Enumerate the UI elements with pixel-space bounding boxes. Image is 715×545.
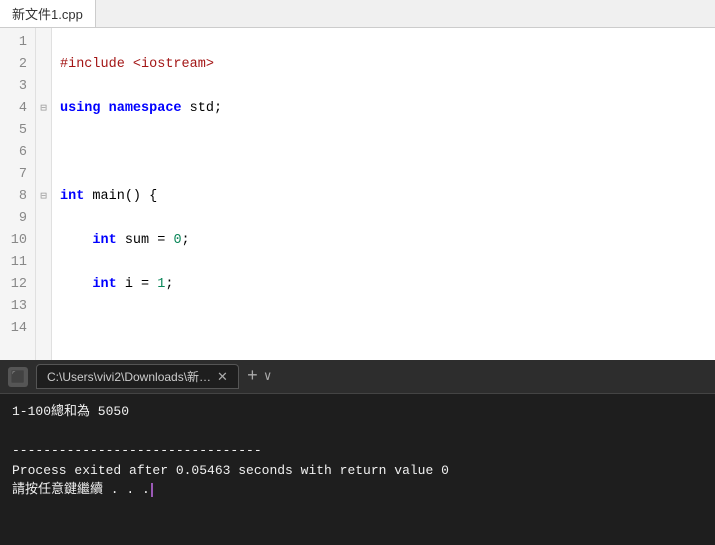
terminal-line-blank	[12, 422, 703, 442]
terminal-cursor	[151, 483, 153, 497]
terminal-tab-label: C:\Users\vivi2\Downloads\新…	[47, 368, 211, 385]
terminal-chevron-button[interactable]: ∨	[264, 369, 272, 384]
code-token: 0	[173, 230, 181, 252]
code-token: using	[60, 98, 101, 120]
code-line-2: using namespace std;	[60, 98, 715, 120]
terminal-line-2: --------------------------------	[12, 441, 703, 461]
terminal-tab[interactable]: C:\Users\vivi2\Downloads\新… ✕	[36, 364, 239, 389]
terminal-line-4-text: 請按任意鍵繼續 . . .	[12, 482, 150, 497]
fold-icon-5	[36, 120, 51, 142]
fold-icon-8[interactable]: ⊟	[36, 186, 51, 208]
fold-icon-7	[36, 164, 51, 186]
code-line-1: #include <iostream>	[60, 54, 715, 76]
code-token: ;	[165, 274, 173, 296]
fold-icon-14	[36, 318, 51, 340]
editor-tab-label: 新文件1.cpp	[12, 4, 83, 23]
code-token: main() {	[84, 186, 157, 208]
fold-icon-9	[36, 208, 51, 230]
code-token: int	[92, 230, 116, 252]
code-line-6: int i = 1;	[60, 274, 715, 296]
code-token: namespace	[109, 98, 182, 120]
code-editor[interactable]: #include <iostream> using namespace std;…	[52, 28, 715, 360]
terminal-shell-icon: ⬛	[8, 367, 28, 387]
fold-icon-10	[36, 230, 51, 252]
code-token: ;	[182, 230, 190, 252]
code-token: sum =	[117, 230, 174, 252]
terminal-close-button[interactable]: ✕	[217, 369, 228, 385]
code-line-4: int main() {	[60, 186, 715, 208]
code-token: #include <iostream>	[60, 54, 214, 76]
fold-icon-11	[36, 252, 51, 274]
code-line-3	[60, 142, 715, 164]
terminal-line-1: 1-100總和為 5050	[12, 402, 703, 422]
fold-icon-13	[36, 296, 51, 318]
terminal-line-4: 請按任意鍵繼續 . . .	[12, 480, 703, 500]
fold-icon-1	[36, 32, 51, 54]
code-token: i =	[117, 274, 158, 296]
terminal-add-button[interactable]: +	[247, 368, 258, 386]
fold-icon-4[interactable]: ⊟	[36, 98, 51, 120]
code-line-7	[60, 318, 715, 340]
terminal-tab-bar: ⬛ C:\Users\vivi2\Downloads\新… ✕ + ∨	[0, 360, 715, 394]
code-token: int	[92, 274, 116, 296]
editor-area: 新文件1.cpp 1 2 3 4 5 6 7 8 9 10 11 12 13 1…	[0, 0, 715, 360]
terminal-line-3: Process exited after 0.05463 seconds wit…	[12, 461, 703, 481]
fold-icon-3	[36, 76, 51, 98]
code-token: int	[60, 186, 84, 208]
fold-gutter: ⊟ ⊟	[36, 28, 52, 360]
code-container: 1 2 3 4 5 6 7 8 9 10 11 12 13 14 ⊟ ⊟	[0, 28, 715, 360]
fold-icon-12	[36, 274, 51, 296]
fold-icon-2	[36, 54, 51, 76]
fold-icon-6	[36, 142, 51, 164]
code-token: std;	[182, 98, 223, 120]
terminal-output: 1-100總和為 5050 --------------------------…	[0, 394, 715, 545]
editor-tab-bar: 新文件1.cpp	[0, 0, 715, 28]
shell-icon-glyph: ⬛	[11, 370, 26, 384]
code-line-5: int sum = 0;	[60, 230, 715, 252]
terminal-area: ⬛ C:\Users\vivi2\Downloads\新… ✕ + ∨ 1-10…	[0, 360, 715, 545]
code-token: 1	[157, 274, 165, 296]
editor-tab[interactable]: 新文件1.cpp	[0, 0, 96, 27]
line-numbers: 1 2 3 4 5 6 7 8 9 10 11 12 13 14	[0, 28, 36, 360]
